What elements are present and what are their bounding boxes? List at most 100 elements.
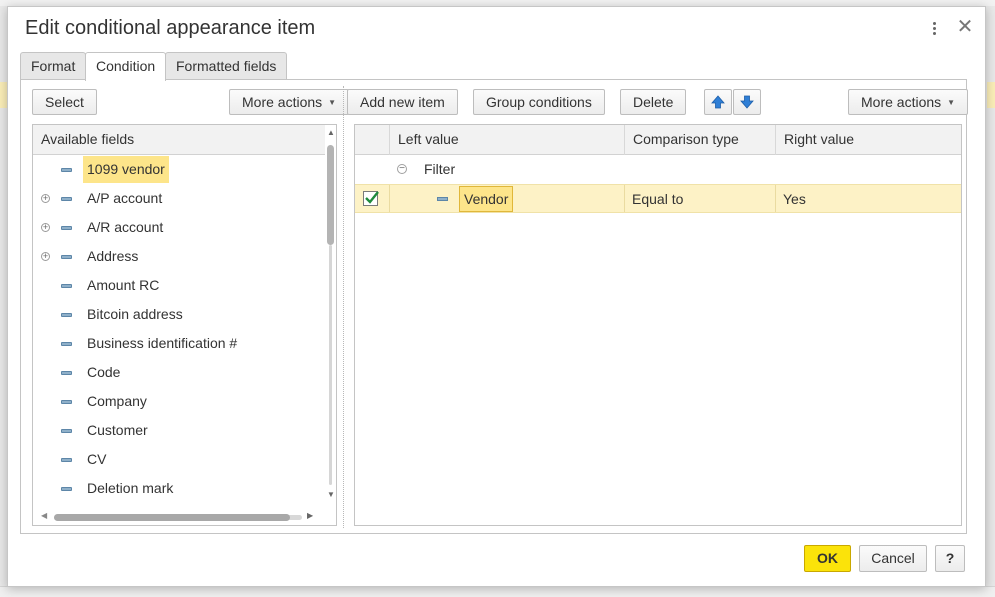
more-options-icon[interactable] xyxy=(928,19,940,37)
field-item[interactable]: Bitcoin address xyxy=(33,300,325,329)
field-attribute-icon xyxy=(61,342,72,346)
field-attribute-icon xyxy=(61,226,72,230)
add-new-item-button[interactable]: Add new item xyxy=(347,89,458,115)
expand-plus-icon[interactable]: + xyxy=(41,223,50,232)
field-attribute-icon xyxy=(61,429,72,433)
cancel-button-label: Cancel xyxy=(871,550,915,566)
right-more-actions-button[interactable]: More actions ▼ xyxy=(848,89,969,115)
checkmark-icon xyxy=(365,191,379,204)
field-label: A/P account xyxy=(87,190,163,206)
background-window-footer xyxy=(0,586,995,597)
expand-plus-icon[interactable]: + xyxy=(41,252,50,261)
field-attribute-icon xyxy=(61,487,72,491)
arrow-up-icon xyxy=(711,95,725,109)
close-icon[interactable]: ✕ xyxy=(955,17,975,37)
collapse-minus-icon[interactable]: − xyxy=(397,164,407,174)
help-button[interactable]: ? xyxy=(935,545,965,572)
field-label: Deletion mark xyxy=(87,480,174,496)
arrow-down-icon xyxy=(740,95,754,109)
field-label: 1099 vendor xyxy=(83,156,169,183)
field-item[interactable]: + A/P account xyxy=(33,184,325,213)
field-attribute-icon xyxy=(61,313,72,317)
field-tree: 1099 vendor + A/P account + A/R account … xyxy=(33,155,325,503)
select-button-label: Select xyxy=(45,94,84,110)
chevron-down-icon: ▼ xyxy=(947,98,956,107)
scroll-left-icon[interactable]: ◀ xyxy=(41,511,47,520)
field-item[interactable]: + A/R account xyxy=(33,213,325,242)
field-attribute-icon xyxy=(61,168,72,172)
field-label: CV xyxy=(87,451,107,467)
field-item[interactable]: CV xyxy=(33,445,325,474)
field-attribute-icon xyxy=(61,458,72,462)
tab-condition[interactable]: Condition xyxy=(85,52,167,81)
available-fields-list: Available fields 1099 vendor + A/P accou… xyxy=(32,124,337,526)
filter-group-label: Filter xyxy=(424,161,456,177)
column-header-right-value[interactable]: Right value xyxy=(775,125,961,155)
tab-formatted-fields[interactable]: Formatted fields xyxy=(165,52,288,80)
background-highlight-right xyxy=(987,82,995,108)
field-attribute-icon xyxy=(61,371,72,375)
column-header-checkbox xyxy=(355,125,389,155)
available-fields-header: Available fields xyxy=(33,125,325,155)
cell-divider xyxy=(624,185,625,212)
cell-divider xyxy=(389,185,390,212)
expand-plus-icon[interactable]: + xyxy=(41,194,50,203)
field-item[interactable]: Code xyxy=(33,358,325,387)
tab-format[interactable]: Format xyxy=(20,52,87,80)
condition-enabled-checkbox[interactable] xyxy=(363,191,379,206)
comparison-type-cell[interactable]: Equal to xyxy=(632,185,683,214)
scroll-up-icon[interactable]: ▲ xyxy=(327,128,335,137)
cell-divider xyxy=(775,185,776,212)
field-label: Bitcoin address xyxy=(87,306,183,322)
select-button[interactable]: Select xyxy=(32,89,97,115)
field-attribute-icon xyxy=(437,197,448,201)
scroll-thumb[interactable] xyxy=(327,145,334,245)
field-attribute-icon xyxy=(61,255,72,259)
move-up-button[interactable] xyxy=(704,89,732,115)
group-conditions-button[interactable]: Group conditions xyxy=(473,89,605,115)
right-value-cell[interactable]: Yes xyxy=(783,185,806,214)
condition-tab-panel: Select More actions ▼ Available fields 10… xyxy=(20,79,969,534)
fields-horizontal-scrollbar[interactable]: ◀ ▶ xyxy=(33,508,325,525)
field-item[interactable]: Business identification # xyxy=(33,329,325,358)
field-item[interactable]: Amount RC xyxy=(33,271,325,300)
field-label: Address xyxy=(87,248,139,264)
column-header-left-value[interactable]: Left value xyxy=(389,125,624,155)
field-item[interactable]: + Address xyxy=(33,242,325,271)
delete-button[interactable]: Delete xyxy=(620,89,687,115)
cancel-button[interactable]: Cancel xyxy=(859,545,927,572)
field-item[interactable]: 1099 vendor xyxy=(33,155,325,184)
column-header-comparison-type[interactable]: Comparison type xyxy=(624,125,775,155)
left-more-actions-label: More actions xyxy=(242,94,323,110)
field-item[interactable]: Company xyxy=(33,387,325,416)
field-item[interactable]: Deletion mark xyxy=(33,474,325,503)
field-label: Amount RC xyxy=(87,277,160,293)
panel-splitter[interactable] xyxy=(343,86,344,528)
scroll-down-icon[interactable]: ▼ xyxy=(327,490,335,499)
field-attribute-icon xyxy=(61,284,72,288)
field-item[interactable]: Customer xyxy=(33,416,325,445)
filter-group-row[interactable]: − Filter xyxy=(355,155,961,184)
conditions-table: Left value Comparison type Right value −… xyxy=(354,124,962,526)
scroll-right-icon[interactable]: ▶ xyxy=(307,511,313,520)
delete-label: Delete xyxy=(633,94,674,110)
field-label: A/R account xyxy=(87,219,164,235)
fields-vertical-scrollbar[interactable]: ▲ ▼ xyxy=(325,125,336,505)
add-new-item-label: Add new item xyxy=(360,94,445,110)
table-row[interactable]: Vendor Equal to Yes xyxy=(355,184,961,213)
right-more-actions-label: More actions xyxy=(861,94,942,110)
scroll-track[interactable] xyxy=(329,245,332,485)
field-attribute-icon xyxy=(61,400,72,404)
left-more-actions-button[interactable]: More actions ▼ xyxy=(229,89,350,115)
move-down-button[interactable] xyxy=(733,89,761,115)
ok-button[interactable]: OK xyxy=(804,545,851,572)
conditions-table-header: Left value Comparison type Right value xyxy=(355,125,961,155)
dialog-title: Edit conditional appearance item xyxy=(25,17,316,39)
scroll-thumb[interactable] xyxy=(54,514,290,521)
field-attribute-icon xyxy=(61,197,72,201)
group-conditions-label: Group conditions xyxy=(486,94,592,110)
conditional-appearance-dialog: Edit conditional appearance item ✕ Forma… xyxy=(7,6,986,587)
left-value-cell[interactable]: Vendor xyxy=(459,186,514,212)
field-label: Business identification # xyxy=(87,335,238,351)
help-button-label: ? xyxy=(945,550,955,566)
